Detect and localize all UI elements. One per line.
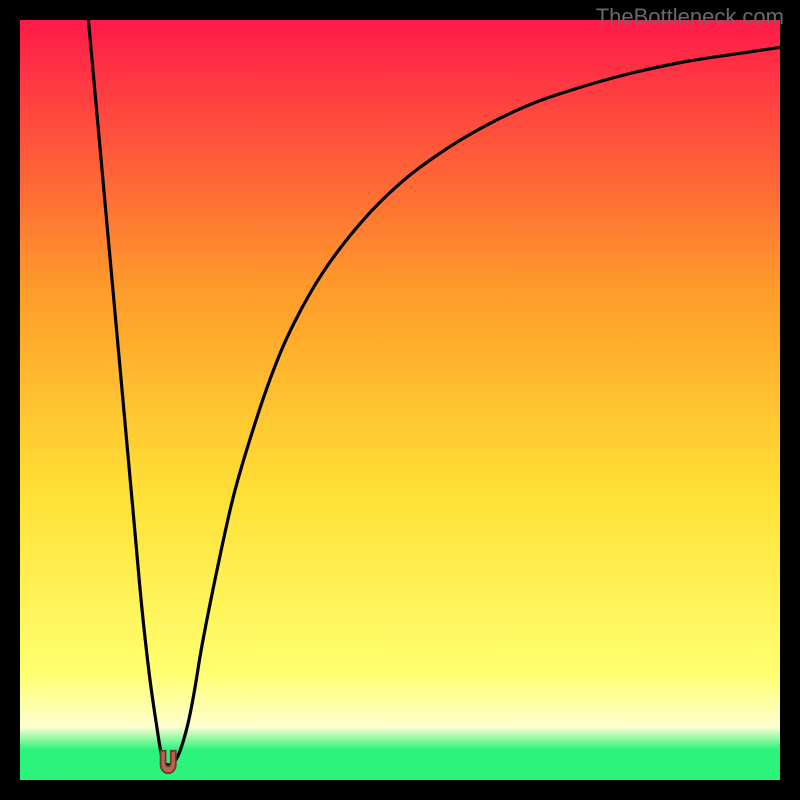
chart-frame: TheBottleneck.com xyxy=(0,0,800,800)
gradient-background xyxy=(20,20,780,780)
watermark-text: TheBottleneck.com xyxy=(596,4,784,30)
bottleneck-chart xyxy=(20,20,780,780)
